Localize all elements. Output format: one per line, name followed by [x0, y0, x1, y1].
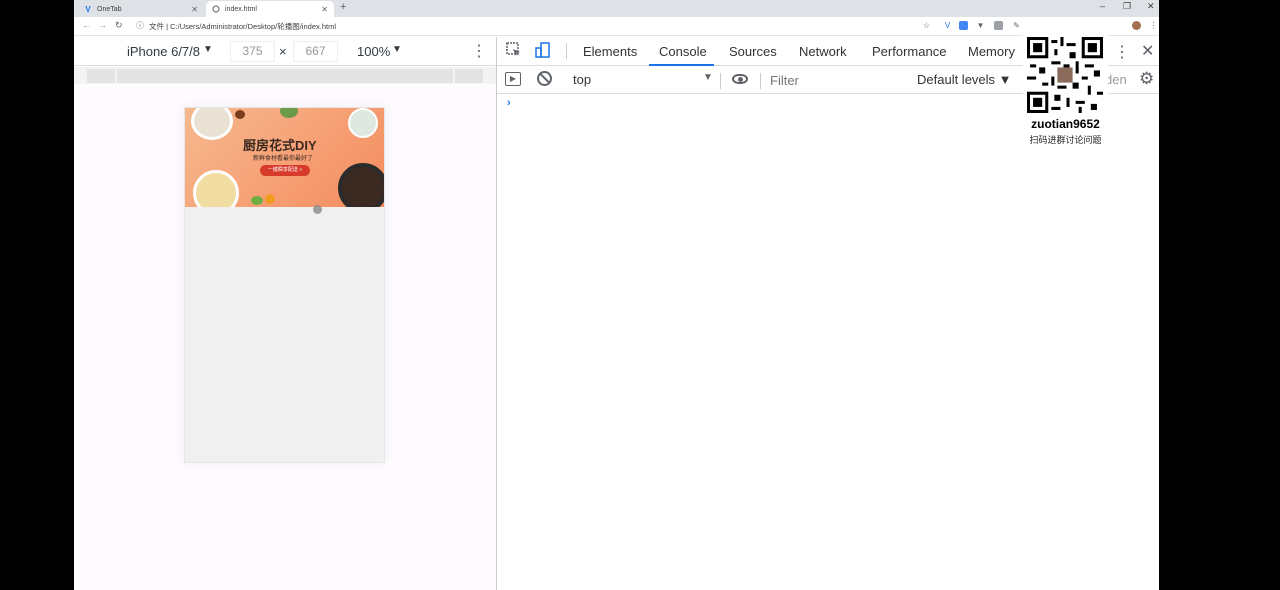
more-options-icon[interactable]: ⋮ — [471, 41, 487, 61]
extension-icon[interactable] — [994, 21, 1003, 30]
log-levels-select[interactable]: Default levels ▼ — [917, 72, 1012, 87]
chevron-down-icon[interactable]: ▼ — [703, 72, 713, 83]
divider — [566, 43, 567, 59]
clear-console-icon[interactable] — [537, 71, 552, 86]
ruler-segment[interactable] — [117, 69, 453, 83]
close-window-button[interactable]: ✕ — [1147, 1, 1155, 12]
gear-icon[interactable]: ⚙ — [1139, 69, 1154, 89]
more-options-icon[interactable]: ⋮ — [1114, 42, 1130, 62]
food-bowl-image — [348, 108, 378, 138]
chevron-down-icon[interactable]: ▼ — [392, 44, 402, 55]
console-prompt[interactable]: › — [507, 97, 511, 109]
ruler-segment[interactable] — [87, 69, 115, 83]
filter-input[interactable] — [765, 70, 905, 90]
emulated-viewport-area: 厨房花式DIY 新鲜食材看最你最好了 一键瞬享配送 » — [74, 85, 496, 590]
tab-onetab[interactable]: V OneTab ✕ — [78, 1, 204, 17]
close-icon[interactable]: ✕ — [191, 5, 198, 14]
forward-icon[interactable]: → — [98, 20, 107, 30]
live-expression-eye-icon[interactable] — [732, 74, 748, 84]
reload-icon[interactable]: ↻ — [115, 20, 123, 31]
restore-button[interactable]: ❐ — [1123, 1, 1131, 12]
close-icon[interactable]: ✕ — [321, 5, 328, 14]
new-tab-button[interactable]: + — [340, 1, 346, 13]
eyedropper-extension-icon[interactable]: ✎ — [1012, 21, 1021, 30]
touch-cursor — [313, 205, 322, 214]
address-bar[interactable]: 文件 | C:/Users/Administrator/Desktop/轮播图/… — [149, 21, 336, 32]
hidden-count-label: den — [1105, 72, 1127, 87]
food-fries-image — [193, 170, 239, 207]
food-date-image — [235, 110, 245, 119]
tab-label: OneTab — [97, 5, 122, 13]
qr-caption: 扫码进群讨论问题 — [1029, 135, 1102, 145]
close-icon[interactable]: ✕ — [1141, 41, 1154, 61]
food-leaf-image — [251, 196, 263, 205]
site-info-icon[interactable]: ⓘ — [136, 20, 144, 31]
device-toolbar: iPhone 6/7/8 ▼ 375 × 667 100% ▼ ⋮ — [74, 37, 496, 66]
tab-elements[interactable]: Elements — [583, 44, 637, 59]
banner-cta-button[interactable]: 一键瞬享配送 » — [260, 165, 310, 176]
star-icon[interactable]: ☆ — [922, 21, 931, 30]
translate-extension-icon[interactable] — [959, 21, 968, 30]
food-orange-image — [265, 194, 275, 204]
tab-index-html[interactable]: index.html ✕ — [206, 1, 334, 17]
qr-account-id: zuotian9652 — [1031, 117, 1100, 131]
device-toggle-icon[interactable] — [534, 42, 552, 60]
zoom-select[interactable]: 100% — [357, 44, 390, 59]
inspect-element-icon[interactable] — [505, 42, 523, 60]
device-height-input[interactable]: 667 — [293, 41, 338, 62]
back-icon[interactable]: ← — [82, 20, 91, 30]
filter-extension-icon[interactable]: ▼ — [976, 21, 985, 30]
profile-avatar[interactable] — [1132, 21, 1141, 30]
carousel-banner[interactable]: 厨房花式DIY 新鲜食材看最你最好了 一键瞬享配送 » — [185, 108, 384, 207]
tab-console[interactable]: Console — [659, 44, 707, 59]
tab-performance[interactable]: Performance — [872, 44, 946, 59]
onetab-icon: V — [85, 4, 91, 14]
chevron-down-icon[interactable]: ▼ — [203, 44, 213, 55]
divider — [720, 73, 721, 89]
device-width-input[interactable]: 375 — [230, 41, 275, 62]
food-herb-image — [280, 108, 298, 118]
tab-strip: V OneTab ✕ index.html ✕ + – ❐ ✕ — [74, 0, 1159, 17]
browser-menu-icon[interactable]: ⋮ — [1149, 21, 1158, 30]
divider — [760, 73, 761, 89]
minimize-button[interactable]: – — [1100, 1, 1105, 11]
tab-sources[interactable]: Sources — [729, 44, 777, 59]
device-select[interactable]: iPhone 6/7/8 — [127, 44, 200, 59]
context-select[interactable]: top — [567, 71, 715, 89]
qr-overlay: zuotian9652 扫码进群讨论问题 — [1023, 18, 1108, 148]
active-tab-indicator — [649, 64, 714, 66]
qr-code-image — [1027, 37, 1103, 113]
device-screen[interactable]: 厨房花式DIY 新鲜食材看最你最好了 一键瞬享配送 » — [184, 107, 385, 463]
page-icon — [212, 5, 220, 13]
dimension-separator: × — [279, 44, 287, 59]
console-sidebar-icon[interactable]: ▶ — [505, 72, 521, 86]
tab-network[interactable]: Network — [799, 44, 847, 59]
banner-title: 厨房花式DIY — [243, 138, 317, 153]
address-toolbar: ← → ↻ ⓘ 文件 | C:/Users/Administrator/Desk… — [74, 17, 1159, 36]
banner-subtitle: 新鲜食材看最你最好了 — [253, 156, 314, 162]
tab-label: index.html — [225, 5, 257, 13]
food-pot-image — [338, 163, 384, 207]
vue-extension-icon[interactable]: V — [943, 21, 952, 30]
browser-window: V OneTab ✕ index.html ✕ + – ❐ ✕ ← → ↻ ⓘ … — [74, 0, 1159, 590]
tab-memory[interactable]: Memory — [968, 44, 1015, 59]
media-query-ruler[interactable] — [74, 67, 496, 84]
food-plate-image — [191, 108, 233, 140]
ruler-segment[interactable] — [455, 69, 483, 83]
